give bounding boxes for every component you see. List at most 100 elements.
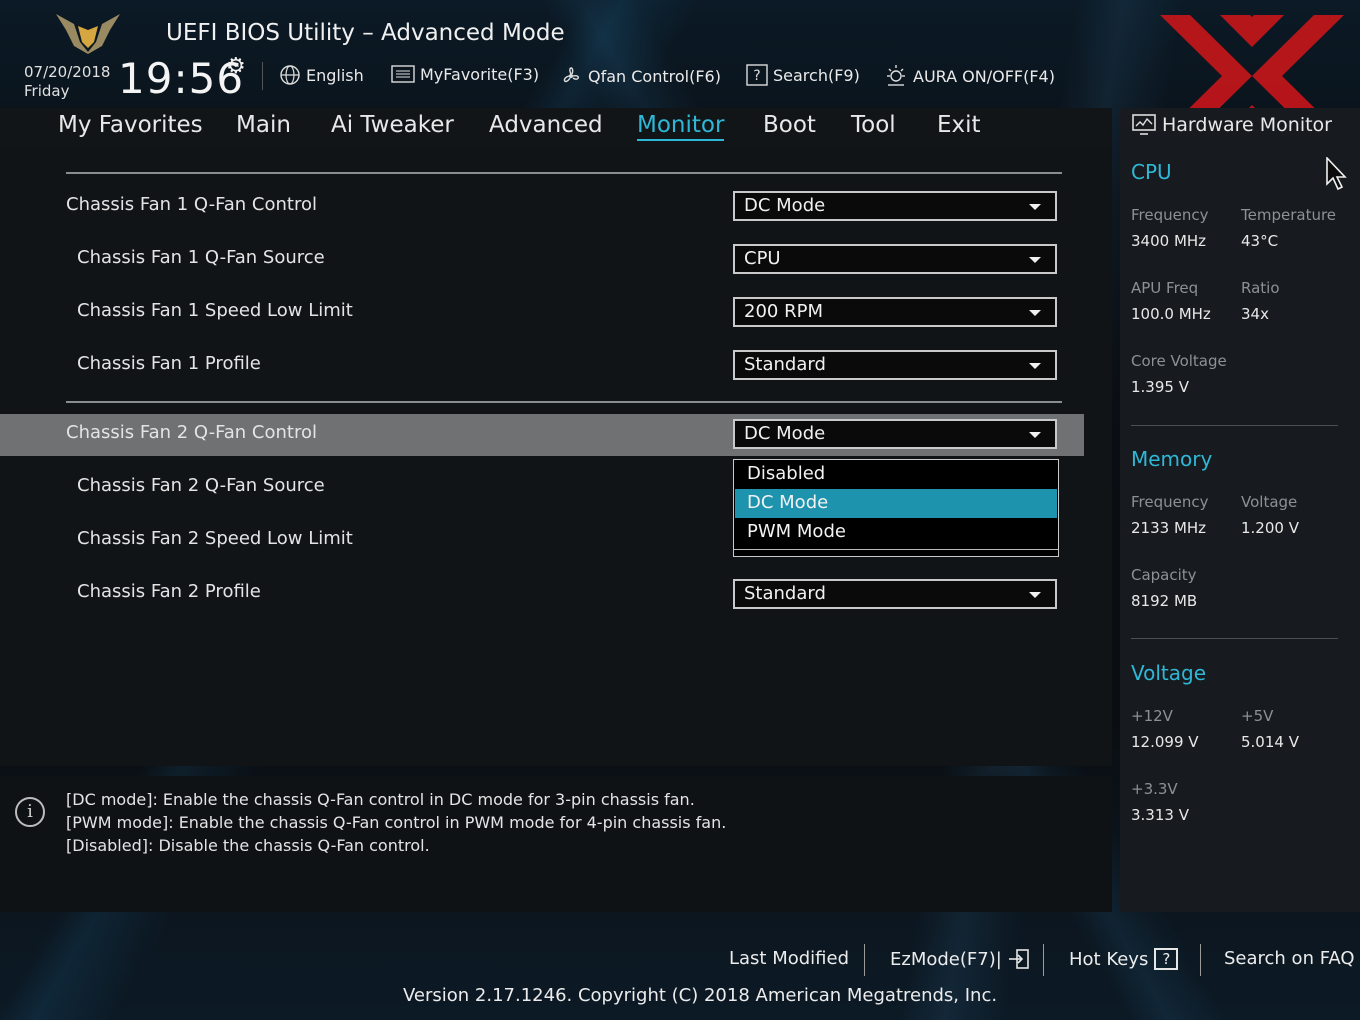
divider — [1131, 638, 1338, 639]
last-modified-button[interactable]: Last Modified — [729, 948, 849, 969]
monitor-icon — [1132, 114, 1156, 135]
tuf-logo-icon — [56, 14, 120, 54]
core-voltage-value: 1.395 V — [1131, 378, 1189, 396]
setting-label: Chassis Fan 2 Speed Low Limit — [77, 528, 353, 549]
search-faq-button[interactable]: Search on FAQ — [1224, 948, 1355, 969]
ratio-label: Ratio — [1241, 279, 1280, 297]
divider — [1131, 425, 1338, 426]
version-text: Version 2.17.1246. Copyright (C) 2018 Am… — [403, 985, 998, 1006]
qfan-label: Qfan Control(F6) — [588, 66, 721, 86]
cpu-frequency-value: 3400 MHz — [1131, 232, 1207, 250]
language-button[interactable]: English — [279, 64, 364, 86]
ezmode-button[interactable]: EzMode(F7)| — [890, 948, 1030, 970]
fan-icon — [563, 67, 579, 83]
memory-frequency-label: Frequency — [1131, 493, 1209, 511]
setting-label: Chassis Fan 1 Profile — [77, 353, 261, 374]
search-button[interactable]: ? Search(F9) — [746, 64, 860, 86]
tab-tool[interactable]: Tool — [851, 112, 896, 138]
main-nav: My Favorites Main Ai Tweaker Advanced Mo… — [0, 108, 1112, 148]
search-faq-label: Search on FAQ — [1224, 948, 1355, 969]
tab-my-favorites[interactable]: My Favorites — [58, 112, 203, 138]
hot-keys-button[interactable]: Hot Keys ? — [1069, 948, 1179, 970]
setting-label: Chassis Fan 1 Q-Fan Control — [66, 194, 317, 215]
tab-ai-tweaker[interactable]: Ai Tweaker — [331, 112, 454, 138]
setting-label: Chassis Fan 2 Q-Fan Control — [66, 422, 317, 443]
setting-select[interactable]: Standard — [733, 579, 1057, 609]
v5-label: +5V — [1241, 707, 1274, 725]
cpu-frequency-label: Frequency — [1131, 206, 1209, 224]
help-text: [DC mode]: Enable the chassis Q-Fan cont… — [66, 790, 695, 809]
setting-value: Standard — [744, 354, 826, 375]
setting-select[interactable]: 200 RPM — [733, 297, 1057, 327]
svg-text:?: ? — [753, 68, 760, 84]
divider — [1043, 944, 1044, 976]
settings-panel — [0, 148, 1112, 766]
caret-down-icon — [1029, 592, 1041, 598]
cpu-temperature-value: 43°C — [1241, 232, 1279, 250]
ezmode-label: EzMode(F7)| — [890, 948, 1002, 970]
v5-value: 5.014 V — [1241, 733, 1299, 751]
hot-keys-label: Hot Keys — [1069, 948, 1149, 970]
dropdown-option-disabled[interactable]: Disabled — [735, 460, 1057, 489]
aura-label: AURA ON/OFF(F4) — [913, 66, 1055, 86]
setting-select[interactable]: DC Mode — [733, 191, 1057, 221]
exit-arrow-icon — [1008, 949, 1029, 969]
aura-button[interactable]: AURA ON/OFF(F4) — [884, 64, 1055, 88]
caret-down-icon — [1029, 204, 1041, 210]
tab-monitor[interactable]: Monitor — [637, 112, 725, 141]
divider — [734, 549, 1058, 550]
header: UEFI BIOS Utility – Advanced Mode 07/20/… — [0, 0, 1360, 108]
apu-freq-label: APU Freq — [1131, 279, 1199, 297]
caret-down-icon — [1029, 257, 1041, 263]
voltage-heading: Voltage — [1131, 661, 1207, 685]
list-icon — [391, 65, 415, 83]
divider — [66, 172, 1062, 174]
language-label: English — [306, 65, 364, 85]
myfavorite-button[interactable]: MyFavorite(F3) — [391, 64, 539, 84]
setting-select[interactable]: Standard — [733, 350, 1057, 380]
search-label: Search(F9) — [773, 65, 860, 85]
date-display: 07/20/2018 Friday — [24, 63, 110, 101]
tab-advanced[interactable]: Advanced — [489, 112, 603, 138]
tab-main[interactable]: Main — [236, 112, 291, 138]
memory-frequency-value: 2133 MHz — [1131, 519, 1207, 537]
tab-exit[interactable]: Exit — [937, 112, 981, 138]
globe-icon — [280, 65, 300, 85]
caret-down-icon — [1029, 363, 1041, 369]
help-box-icon: ? — [746, 64, 768, 86]
setting-value: DC Mode — [744, 423, 826, 444]
caret-down-icon — [1029, 432, 1041, 438]
hardware-monitor-title: Hardware Monitor — [1132, 114, 1332, 136]
cpu-heading: CPU — [1131, 160, 1172, 184]
light-icon — [887, 65, 905, 86]
apu-freq-value: 100.0 MHz — [1131, 305, 1211, 323]
divider — [1200, 944, 1201, 976]
caret-down-icon — [1029, 310, 1041, 316]
qfan-control-button[interactable]: Qfan Control(F6) — [559, 64, 721, 88]
dropdown-option-dc-mode[interactable]: DC Mode — [735, 489, 1057, 518]
setting-label: Chassis Fan 2 Q-Fan Source — [77, 475, 325, 496]
setting-label: Chassis Fan 1 Speed Low Limit — [77, 300, 353, 321]
help-text: [Disabled]: Disable the chassis Q-Fan co… — [66, 836, 430, 855]
date-text: 07/20/2018 — [24, 63, 111, 81]
divider — [864, 944, 865, 976]
divider — [66, 401, 1062, 403]
mouse-pointer-icon — [1326, 157, 1347, 191]
setting-select[interactable]: DC Mode — [733, 419, 1057, 449]
memory-heading: Memory — [1131, 447, 1213, 471]
cpu-temperature-label: Temperature — [1241, 206, 1337, 224]
day-text: Friday — [24, 82, 70, 100]
dropdown-option-pwm-mode[interactable]: PWM Mode — [735, 518, 1057, 547]
memory-voltage-value: 1.200 V — [1241, 519, 1299, 537]
tab-boot[interactable]: Boot — [763, 112, 816, 138]
gear-icon[interactable]: ⚙ — [226, 54, 246, 79]
setting-select[interactable]: CPU — [733, 244, 1057, 274]
memory-voltage-label: Voltage — [1241, 493, 1298, 511]
help-text: [PWM mode]: Enable the chassis Q-Fan con… — [66, 813, 727, 832]
hardware-monitor-label: Hardware Monitor — [1162, 114, 1332, 136]
v12-label: +12V — [1131, 707, 1173, 725]
last-modified-label: Last Modified — [729, 948, 850, 969]
capacity-label: Capacity — [1131, 566, 1197, 584]
myfavorite-label: MyFavorite(F3) — [420, 64, 540, 84]
v33-label: +3.3V — [1131, 780, 1178, 798]
